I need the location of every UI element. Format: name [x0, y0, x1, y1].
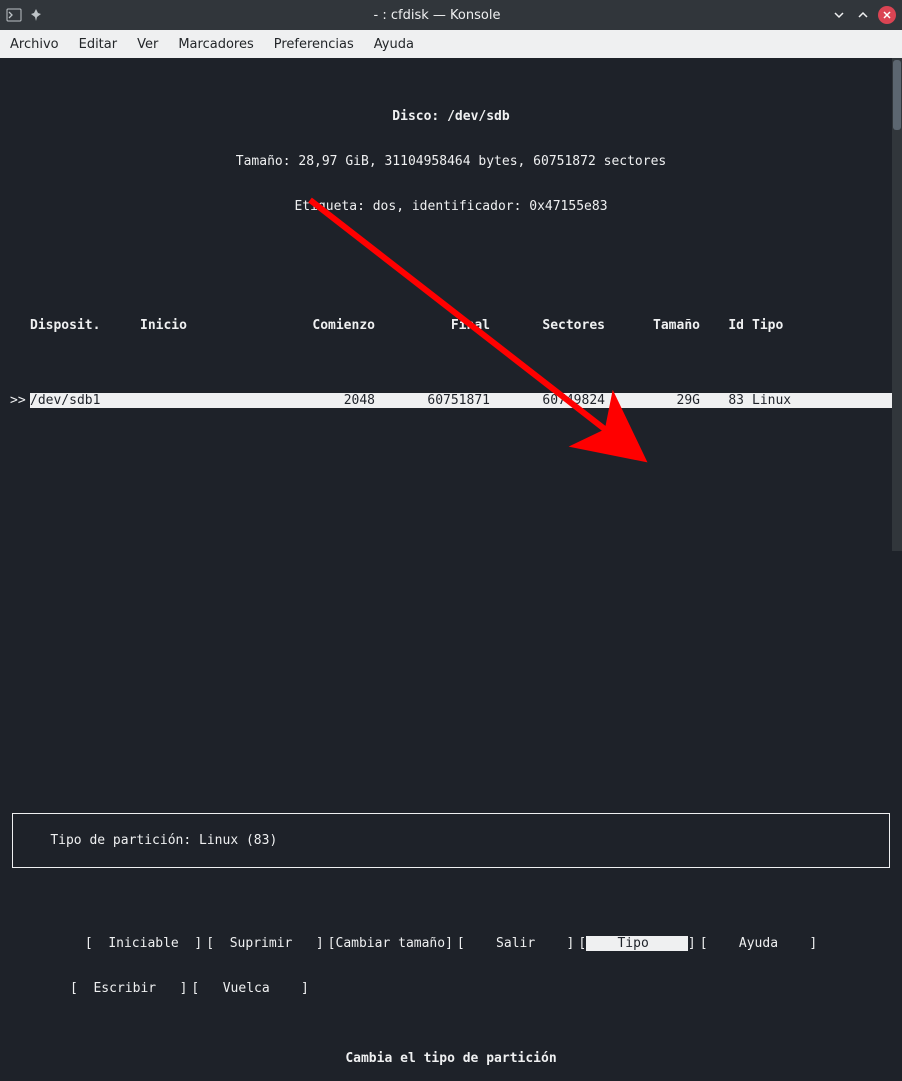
col-end: Final — [375, 318, 490, 333]
btn-ayuda[interactable]: [ Ayuda ] — [700, 936, 817, 951]
col-id: Id — [700, 318, 750, 333]
menu-editar[interactable]: Editar — [79, 37, 118, 52]
cell-sectors: 60749824 — [490, 393, 605, 408]
table-header: Disposit. Inicio Comienzo Final Sectores… — [10, 318, 892, 333]
partition-info-box: Tipo de partición: Linux (83) — [12, 813, 890, 868]
cell-type: Linux — [750, 393, 892, 408]
col-size: Tamaño — [605, 318, 700, 333]
cell-start: 2048 — [260, 393, 375, 408]
pin-icon[interactable] — [28, 7, 44, 23]
disk-partlabel-line: Etiqueta: dos, identificador: 0x47155e83 — [10, 199, 892, 214]
btn-iniciable[interactable]: [ Iniciable ] — [85, 936, 202, 951]
col-type: Tipo — [750, 318, 892, 333]
cell-end: 60751871 — [375, 393, 490, 408]
menu-archivo[interactable]: Archivo — [10, 37, 59, 52]
col-boot: Inicio — [140, 318, 260, 333]
cell-boot — [140, 393, 260, 408]
scrollbar-thumb[interactable] — [893, 60, 901, 130]
disk-size-line: Tamaño: 28,97 GiB, 31104958464 bytes, 60… — [10, 154, 892, 169]
menu-ayuda[interactable]: Ayuda — [374, 37, 414, 52]
btn-tipo[interactable]: [ Tipo ] — [578, 936, 695, 951]
btn-escribir[interactable]: [ Escribir ] — [70, 981, 187, 996]
hint-line: Cambia el tipo de partición — [10, 1051, 892, 1066]
terminal-icon — [6, 7, 22, 23]
btn-suprimir[interactable]: [ Suprimir ] — [206, 936, 323, 951]
btn-salir[interactable]: [ Salir ] — [457, 936, 574, 951]
scrollbar[interactable] — [892, 58, 902, 551]
window-title: - : cfdisk — Konsole — [44, 8, 830, 23]
cell-size: 29G — [605, 393, 700, 408]
minimize-icon[interactable] — [830, 6, 848, 24]
btn-vuelca[interactable]: [ Vuelca ] — [191, 981, 308, 996]
menubar: Archivo Editar Ver Marcadores Preferenci… — [0, 30, 902, 58]
menu-preferencias[interactable]: Preferencias — [274, 37, 354, 52]
cell-id: 83 — [700, 393, 750, 408]
partition-type-text: Tipo de partición: Linux (83) — [50, 833, 277, 848]
menu-ver[interactable]: Ver — [137, 37, 158, 52]
col-device: Disposit. — [30, 318, 140, 333]
col-sectors: Sectores — [490, 318, 605, 333]
btn-cambiar[interactable]: [Cambiar tamaño] — [328, 936, 453, 951]
table-row[interactable]: >> /dev/sdb1 2048 60751871 60749824 29G … — [10, 393, 892, 408]
close-icon[interactable] — [878, 6, 896, 24]
disk-label: Disco: /dev/sdb — [10, 109, 892, 124]
button-row-2: [ Escribir ] [ Vuelca ] — [10, 981, 892, 996]
menu-marcadores[interactable]: Marcadores — [178, 37, 253, 52]
button-row-1: [ Iniciable ] [ Suprimir ] [Cambiar tama… — [10, 936, 892, 951]
terminal-area[interactable]: Disco: /dev/sdb Tamaño: 28,97 GiB, 31104… — [0, 58, 902, 551]
window-titlebar: - : cfdisk — Konsole — [0, 0, 902, 30]
cell-device: /dev/sdb1 — [30, 393, 140, 408]
row-marker: >> — [10, 393, 30, 408]
maximize-icon[interactable] — [854, 6, 872, 24]
col-start: Comienzo — [260, 318, 375, 333]
